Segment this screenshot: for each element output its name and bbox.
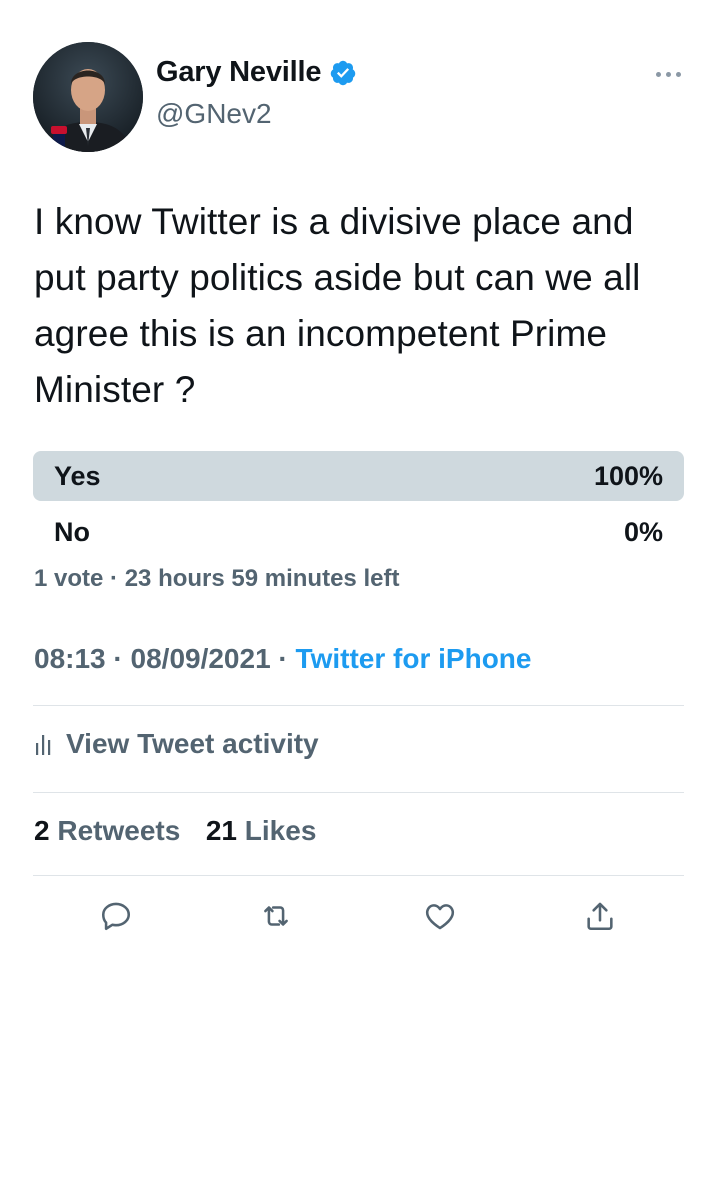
poll-vote-count: 1 vote — [34, 565, 104, 592]
divider — [33, 705, 684, 706]
likes-label: Likes — [244, 815, 317, 846]
divider — [33, 792, 684, 793]
engagement-stats: 2 Retweets 21 Likes — [34, 815, 316, 847]
more-options-button[interactable] — [650, 62, 686, 86]
retweet-icon — [264, 906, 288, 926]
author-name-row[interactable]: Gary Neville — [156, 56, 357, 89]
likes-count: 21 — [205, 815, 238, 846]
poll-option-percent: 0% — [623, 517, 663, 547]
tweet-time[interactable]: 08:13 — [34, 643, 106, 674]
poll-option-label: Yes — [54, 461, 101, 491]
avatar[interactable] — [33, 42, 143, 152]
poll-option-percent: 100% — [593, 461, 663, 491]
tweet-timestamp-row: 08:13 · 08/09/2021 · Twitter for iPhone — [34, 643, 531, 675]
avatar-photo — [33, 42, 143, 152]
view-tweet-activity-label: View Tweet activity — [66, 728, 319, 759]
poll-time-left: 23 hours 59 minutes left — [124, 565, 400, 592]
divider — [33, 875, 684, 876]
poll-meta-separator: · — [103, 565, 125, 592]
share-icon — [587, 902, 613, 931]
retweets-label: Retweets — [57, 815, 181, 846]
tweet-source-link[interactable]: Twitter for iPhone — [296, 643, 532, 674]
author-handle[interactable]: @GNev2 — [156, 98, 272, 130]
timestamp-separator: · — [270, 643, 296, 674]
tweet-text: I know Twitter is a divisive place and p… — [34, 201, 641, 410]
poll-result-bar — [33, 451, 684, 501]
tweet-date[interactable]: 08/09/2021 — [131, 643, 271, 674]
likes-stat[interactable]: 21 Likes — [206, 815, 317, 846]
retweets-count: 2 — [34, 815, 50, 846]
like-button[interactable] — [421, 897, 459, 935]
poll-option-yes: Yes 100% — [33, 451, 684, 501]
verified-badge-icon — [331, 60, 356, 85]
bar-chart-icon — [36, 735, 51, 755]
more-dot-icon — [675, 71, 681, 77]
tweet-detail: Gary Neville @GNev2 I know Twitter is a … — [0, 0, 717, 1200]
reply-icon — [101, 902, 131, 931]
more-dot-icon — [665, 71, 671, 77]
reply-button[interactable] — [97, 897, 135, 935]
retweet-button[interactable] — [257, 897, 295, 935]
view-tweet-activity-button[interactable]: View Tweet activity — [34, 728, 319, 760]
retweets-stat[interactable]: 2 Retweets — [34, 815, 180, 846]
poll-meta: 1 vote · 23 hours 59 minutes left — [34, 565, 399, 593]
more-dot-icon — [655, 71, 661, 77]
heart-icon — [425, 904, 455, 930]
timestamp-separator: · — [105, 643, 131, 674]
poll-option-label: No — [54, 517, 90, 547]
author-display-name[interactable]: Gary Neville — [156, 56, 321, 89]
poll-option-no: No 0% — [33, 507, 684, 557]
share-button[interactable] — [581, 897, 619, 935]
